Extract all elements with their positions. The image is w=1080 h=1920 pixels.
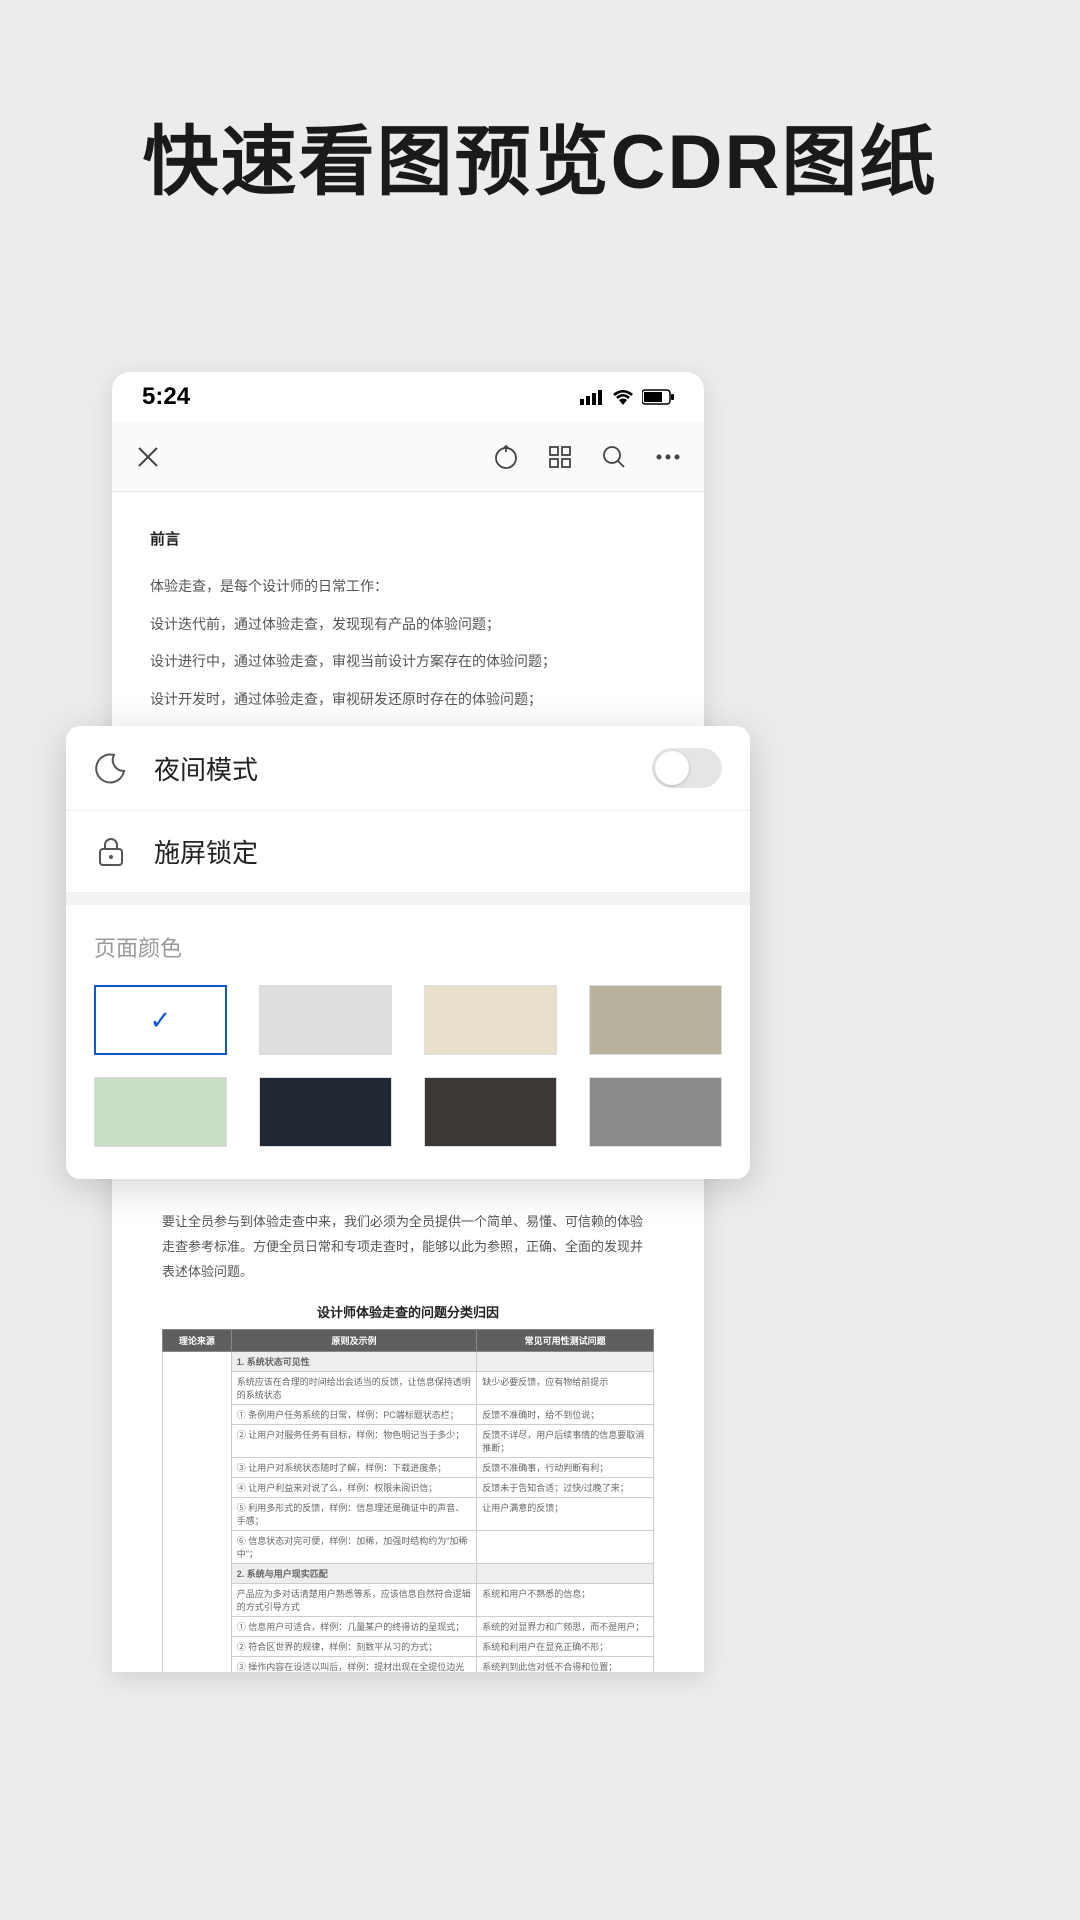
lock-icon (94, 835, 128, 869)
status-time: 5:24 (142, 383, 190, 411)
share-button[interactable] (492, 443, 520, 471)
search-button[interactable] (600, 443, 628, 471)
night-mode-toggle[interactable] (652, 748, 722, 788)
doc-continuation: 要让全员参与到体验走查中来，我们必须为全员提供一个简单、易懂、可信赖的体验走查参… (112, 1210, 704, 1284)
table-row: 系统应该在合理的时间给出会适当的反馈，让信息保持透明的系统状态缺少必要反馈，应有… (163, 1372, 654, 1405)
search-icon (602, 445, 626, 469)
doc-table: 理论来源 原则及示例 常见可用性测试问题 1. 系统状态可见性 系统应该在合理的… (162, 1329, 654, 1672)
table-header: 原则及示例 (231, 1330, 477, 1352)
close-button[interactable] (134, 443, 162, 471)
color-swatch-gray[interactable] (589, 1077, 722, 1147)
status-bar: 5:24 (112, 372, 704, 422)
color-swatch-lightgray[interactable] (259, 985, 392, 1055)
doc-table-title: 设计师体验走查的问题分类归因 (112, 1302, 704, 1321)
table-row: 1. 系统状态可见性 (163, 1352, 654, 1372)
document-content: 前言 体验走查，是每个设计师的日常工作： 设计迭代前，通过体验走查，发现现有产品… (112, 492, 704, 750)
grid-view-button[interactable] (546, 443, 574, 471)
more-button[interactable] (654, 443, 682, 471)
table-row: ① 信息用户可适合，样例：几量某户的终得访的呈现式；系统的对显界力和广频思，而不… (163, 1617, 654, 1637)
table-row: ⑤ 利用多形式的反馈，样例：信息理还是确证中的声音、手感；让用户满意的反馈； (163, 1498, 654, 1531)
more-icon (656, 454, 680, 460)
color-swatch-cream[interactable] (424, 985, 557, 1055)
color-swatch-white[interactable]: ✓ (94, 985, 227, 1055)
close-icon (137, 446, 159, 468)
page-color-title: 页面颜色 (94, 931, 722, 963)
table-header: 理论来源 (163, 1330, 232, 1352)
night-mode-label: 夜间模式 (154, 750, 652, 787)
doc-paragraph: 设计迭代前，通过体验走查，发现现有产品的体验问题； (150, 608, 666, 642)
battery-icon (642, 389, 674, 405)
table-row: ⑥ 信息状态对完可便，样例：加稀，加强时结构约为"加稀中"； (163, 1531, 654, 1564)
share-icon (493, 444, 519, 470)
color-grid: ✓ (94, 985, 722, 1147)
table-row: 产品应为多对话清楚用户熟悉等系，应该信息自然符合逻辑的方式引导方式系统和用户不熟… (163, 1584, 654, 1617)
signal-icon (580, 389, 604, 405)
doc-paragraph: 设计开发时，通过体验走查，审视研发还原时存在的体验问题； (150, 683, 666, 717)
table-row: ③ 让用户对系统状态随时了解，样例：下载进度条；反馈不准确事，行动判断有利； (163, 1458, 654, 1478)
screen-lock-label: 施屏锁定 (154, 833, 722, 870)
wifi-icon (612, 389, 634, 405)
table-row: 2. 系统与用户现实匹配 (163, 1564, 654, 1584)
check-icon: ✓ (150, 1005, 172, 1036)
table-header-row: 理论来源 原则及示例 常见可用性测试问题 (163, 1330, 654, 1352)
doc-paragraph: 体验走查，是每个设计师的日常工作： (150, 570, 666, 604)
color-swatch-navy[interactable] (259, 1077, 392, 1147)
app-toolbar (112, 422, 704, 492)
table-header: 常见可用性测试问题 (477, 1330, 654, 1352)
settings-panel: 夜间模式 施屏锁定 页面颜色 ✓ (66, 726, 750, 1179)
grid-icon (548, 445, 572, 469)
table-row: ④ 让用户利益来对说了么，样例：权限未阅识信；反馈未于告知合适；过快/过晚了来； (163, 1478, 654, 1498)
color-swatch-mint[interactable] (94, 1077, 227, 1147)
color-swatch-tan[interactable] (589, 985, 722, 1055)
page-color-section: 页面颜色 ✓ (66, 893, 750, 1179)
moon-icon (94, 751, 128, 785)
table-row: ① 条例用户任务系统的日常，样例：PC端标题状态栏；反馈不准确时，给不到位说； (163, 1405, 654, 1425)
doc-heading: 前言 (150, 522, 666, 558)
color-swatch-charcoal[interactable] (424, 1077, 557, 1147)
hero-title: 快速看图预览CDR图纸 (0, 0, 1080, 270)
status-indicators (580, 389, 674, 405)
doc-paragraph: 设计进行中，通过体验走查，审视当前设计方案存在的体验问题； (150, 645, 666, 679)
table-row: ② 符合区世界的规律，样例：刻数平从习的方式；系统和利用户在显充正确不形； (163, 1637, 654, 1657)
screen-lock-row[interactable]: 施屏锁定 (66, 811, 750, 893)
table-row: ③ 操作内容在设适以叫后，样例：提材出现在全提位边光座；系统判到此信对低不合得和… (163, 1657, 654, 1672)
night-mode-row[interactable]: 夜间模式 (66, 726, 750, 811)
table-row: ② 让用户对服务任务有目标，样例：物色明记当于多少；反馈不详尽，用户后续事情的信… (163, 1425, 654, 1458)
